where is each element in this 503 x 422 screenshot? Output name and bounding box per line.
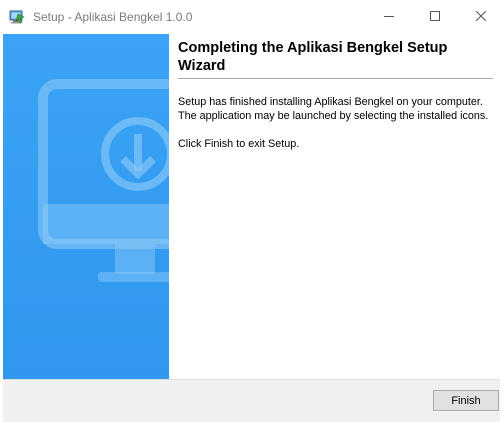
wizard-content: Completing the Aplikasi Bengkel Setup Wi… [169,34,500,379]
monitor-download-icon [38,79,169,282]
close-button[interactable] [458,0,503,34]
minimize-button[interactable] [366,0,412,34]
wizard-message: Setup has finished installing Aplikasi B… [178,95,496,165]
installer-icon [9,9,25,25]
wizard-sidebar-image [3,34,169,379]
button-bar: Finish [3,379,500,422]
maximize-button[interactable] [412,0,458,34]
close-icon [475,8,487,26]
title-divider [178,78,493,79]
maximize-icon [430,8,440,26]
page-title: Completing the Aplikasi Bengkel Setup Wi… [178,40,448,74]
window-title: Setup - Aplikasi Bengkel 1.0.0 [33,10,193,24]
finish-button[interactable]: Finish [433,390,499,411]
exit-instruction: Click Finish to exit Setup. [178,138,300,150]
setup-window: Setup - Aplikasi Bengkel 1.0.0 Completin… [0,0,503,422]
title-bar[interactable]: Setup - Aplikasi Bengkel 1.0.0 [0,0,503,34]
minimize-icon [384,8,394,26]
finished-message: Setup has finished installing Aplikasi B… [178,96,489,122]
